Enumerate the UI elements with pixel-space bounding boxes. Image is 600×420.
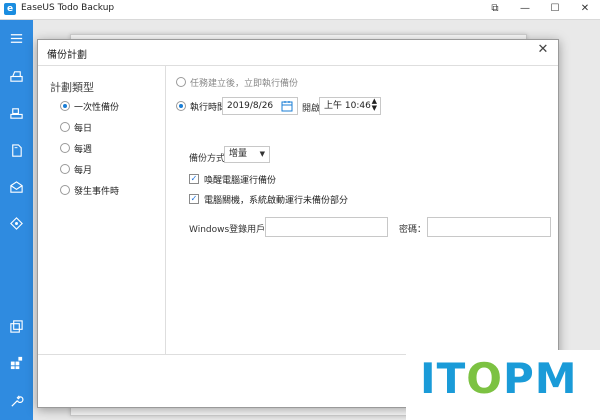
smart-backup-icon[interactable] <box>0 210 33 236</box>
dialog-close-icon[interactable]: ✕ <box>536 43 550 57</box>
time-value: 上午 10:46 <box>324 101 371 111</box>
backup-method-label: 備份方式 <box>189 154 226 164</box>
app-logo-icon: e <box>4 3 16 15</box>
password-input[interactable] <box>427 217 551 237</box>
time-field[interactable]: 上午 10:46 ▲ ▼ <box>319 97 381 115</box>
run-immediately-label[interactable]: 任務建立後，立即執行備份 <box>190 76 298 89</box>
app-title: EaseUS Todo Backup <box>21 3 115 13</box>
radio-event[interactable] <box>60 185 70 195</box>
windows-user-label: Windows登錄用戶： <box>189 225 275 235</box>
apps-icon[interactable] <box>0 349 33 375</box>
windows-user-input[interactable] <box>265 217 388 237</box>
restore-button[interactable]: ⧉ <box>480 1 510 17</box>
password-label: 密碼： <box>399 225 427 235</box>
title-divider <box>38 65 558 66</box>
backup-method-value: 增量 <box>229 149 248 159</box>
radio-weekly-label[interactable]: 每週 <box>74 142 92 155</box>
sidebar <box>0 20 33 420</box>
watermark: ITOPM <box>406 350 600 420</box>
mail-backup-icon[interactable] <box>0 174 33 200</box>
calendar-icon[interactable] <box>281 100 293 118</box>
file-backup-icon[interactable] <box>0 137 33 163</box>
backup-method-select[interactable]: 增量 ▼ <box>224 146 270 163</box>
radio-daily-label[interactable]: 每日 <box>74 121 92 134</box>
wake-computer-checkbox[interactable]: ✓ <box>189 174 199 184</box>
close-button[interactable]: ✕ <box>570 1 600 17</box>
wake-computer-label[interactable]: 喚醒電腦運行備份 <box>204 173 276 186</box>
radio-monthly[interactable] <box>60 164 70 174</box>
shutdown-run-checkbox[interactable]: ✓ <box>189 194 199 204</box>
clone-icon[interactable] <box>0 313 33 339</box>
watermark-text: ITOPM <box>420 354 578 403</box>
radio-event-label[interactable]: 發生事件時 <box>74 184 119 197</box>
radio-run-scheduled[interactable] <box>176 101 186 111</box>
system-backup-icon[interactable] <box>0 100 33 126</box>
radio-weekly[interactable] <box>60 143 70 153</box>
plan-type-heading: 計劃類型 <box>50 81 94 94</box>
column-divider <box>165 66 166 354</box>
radio-run-immediately[interactable] <box>176 77 186 87</box>
time-spinner-icon[interactable]: ▲ ▼ <box>372 98 377 112</box>
date-field[interactable]: 2019/8/26 <box>222 97 298 115</box>
shutdown-run-label[interactable]: 電腦關機，系統啟動運行未備份部分 <box>204 193 348 206</box>
tools-icon[interactable] <box>0 388 33 414</box>
start-label: 開啟 <box>302 104 321 114</box>
disk-backup-icon[interactable] <box>0 63 33 89</box>
maximize-button[interactable]: ☐ <box>540 1 570 17</box>
dialog-title: 備份計劃 <box>47 50 87 61</box>
watermark-logo: IT <box>420 354 467 403</box>
date-value: 2019/8/26 <box>227 101 274 111</box>
chevron-down-icon: ▼ <box>259 150 265 158</box>
radio-monthly-label[interactable]: 每月 <box>74 163 92 176</box>
radio-once-label[interactable]: 一次性備份 <box>74 100 119 113</box>
radio-daily[interactable] <box>60 122 70 132</box>
radio-once[interactable] <box>60 101 70 111</box>
menu-icon[interactable] <box>0 25 33 51</box>
run-scheduled-label[interactable]: 執行時間 <box>190 100 226 113</box>
app-titlebar: e EaseUS Todo Backup ⧉ — ☐ ✕ <box>0 0 600 20</box>
minimize-button[interactable]: — <box>510 1 540 17</box>
